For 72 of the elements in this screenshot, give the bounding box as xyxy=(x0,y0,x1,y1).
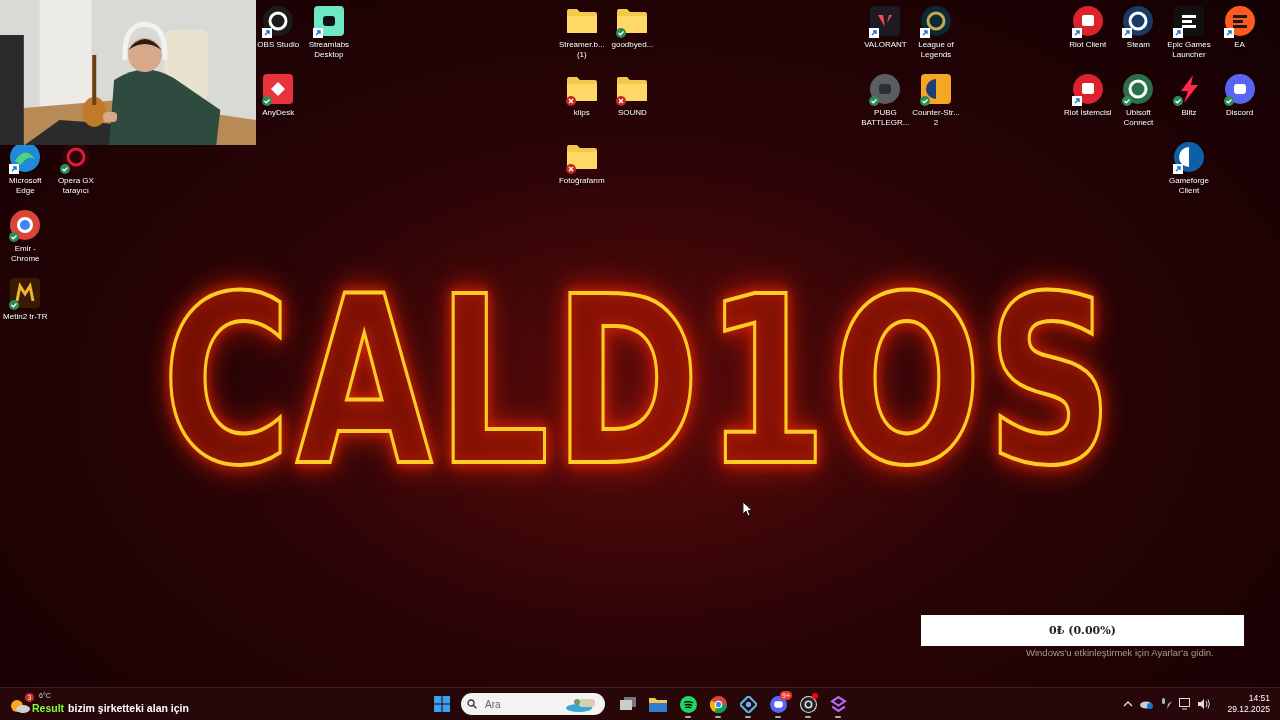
app-icon xyxy=(1223,73,1256,105)
wallpaper-neon-text: CALD1OS xyxy=(161,266,1119,498)
icon-label[interactable]: Streamlabs Desktop xyxy=(303,40,354,60)
app-icon xyxy=(920,5,952,37)
icon-label[interactable]: Opera GX tarayıcı xyxy=(50,176,101,196)
chevron-up-icon[interactable] xyxy=(1123,701,1134,707)
microphone-icon[interactable] xyxy=(1159,698,1174,710)
clock-time[interactable]: 14:51 xyxy=(1248,693,1270,704)
icon-label[interactable]: Epic Games Launcher xyxy=(1163,40,1214,60)
app-icon xyxy=(1122,5,1155,37)
app-icon xyxy=(9,277,42,309)
donation-amount: 0₺ (0.00%) xyxy=(1049,624,1116,637)
app-icon xyxy=(1172,141,1205,173)
icon-label[interactable]: EA xyxy=(1234,40,1245,50)
mouse-cursor-icon xyxy=(743,502,753,517)
icon-label[interactable]: Gameforge Client xyxy=(1163,176,1214,196)
music-app-icon xyxy=(679,695,697,713)
icon-label[interactable]: AnyDesk xyxy=(262,108,295,118)
windows-icon xyxy=(434,696,450,712)
icon-label[interactable]: Streamer.b... (1) xyxy=(556,40,607,60)
app-icon xyxy=(1122,73,1155,105)
app-icon xyxy=(262,5,295,37)
ticker-text: bizim şirketteki alan için xyxy=(68,702,189,714)
folder-icon xyxy=(565,144,598,170)
ticker-highlight: Result xyxy=(32,702,65,714)
weather-sun-icon xyxy=(10,699,30,713)
search-input[interactable]: Ara xyxy=(483,697,559,711)
app-icon xyxy=(1172,5,1205,37)
task-view-icon xyxy=(620,697,636,711)
icon-label[interactable]: Discord xyxy=(1226,108,1254,118)
stack-app-icon xyxy=(829,695,847,713)
volume-icon[interactable] xyxy=(1198,698,1212,710)
search-icon xyxy=(467,699,477,709)
icon-label[interactable]: Metin2 tr-TR xyxy=(3,312,48,322)
gear-icon xyxy=(739,695,757,713)
app-icon xyxy=(920,73,952,105)
app-icon xyxy=(1223,5,1256,37)
app-icon xyxy=(869,5,902,37)
clock-date[interactable]: 29.12.2025 xyxy=(1227,704,1270,715)
app-icon xyxy=(1071,73,1104,105)
icon-label[interactable]: goodbyed... xyxy=(611,40,654,50)
browser-icon xyxy=(709,695,727,713)
icon-label[interactable]: klips xyxy=(573,108,590,118)
icon-label[interactable]: Riot İstemcisi xyxy=(1064,108,1112,118)
cloud-icon[interactable] xyxy=(1139,699,1154,709)
folder-icon xyxy=(565,76,598,102)
record-app-icon xyxy=(799,695,817,713)
folder-icon xyxy=(565,8,598,34)
icon-label[interactable]: Steam xyxy=(1126,40,1150,50)
icon-label[interactable]: PUBG BATTLEGR... xyxy=(860,108,911,128)
icon-label[interactable]: Emir - Chrome xyxy=(0,244,51,264)
icon-label[interactable]: Riot Client xyxy=(1069,40,1107,50)
icon-label[interactable]: Ubisoft Connect xyxy=(1113,108,1164,128)
icon-label[interactable]: Counter-Str... 2 xyxy=(911,108,961,128)
search-field[interactable]: Ara xyxy=(461,693,605,715)
folder-icon xyxy=(649,696,667,712)
icon-label[interactable]: SOUND xyxy=(617,108,647,118)
app-icon xyxy=(312,5,345,37)
app-icon xyxy=(869,73,902,105)
icon-label[interactable]: Fotoğrafarım xyxy=(558,176,605,186)
app-icon xyxy=(9,209,42,241)
app-icon xyxy=(1071,5,1104,37)
icon-label[interactable]: OBS Studio xyxy=(257,40,300,50)
activation-notice: Windows'u etkinleştirmek için Ayarlar'a gidin. xyxy=(1026,647,1214,658)
icon-label[interactable]: Microsoft Edge xyxy=(0,176,51,196)
folder-icon xyxy=(616,76,649,102)
app-icon xyxy=(262,73,295,105)
network-icon[interactable] xyxy=(1179,698,1193,710)
icon-label[interactable]: Blitz xyxy=(1181,108,1197,118)
folder-icon xyxy=(616,8,649,34)
icon-label[interactable]: VALORANT xyxy=(864,40,907,50)
icon-label[interactable]: League of Legends xyxy=(911,40,961,60)
